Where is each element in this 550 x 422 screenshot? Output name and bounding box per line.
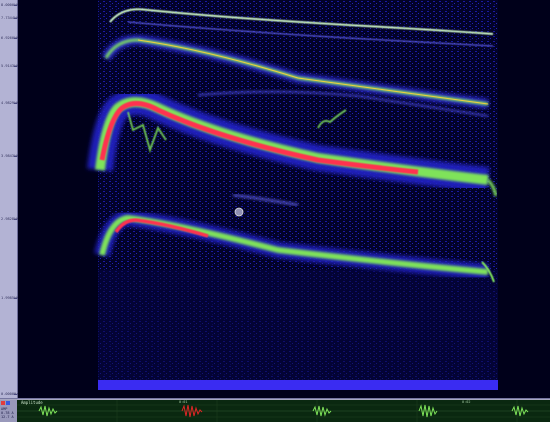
frequency-tick-mark — [14, 219, 17, 220]
legend-swatch-red — [1, 401, 5, 405]
frequency-tick-mark — [14, 5, 17, 6]
time-marker: 0:01 — [179, 400, 188, 404]
frequency-tick-mark — [14, 103, 17, 104]
frequency-tick-mark — [14, 18, 17, 19]
frequency-tick-mark — [14, 394, 17, 395]
time-marker: 0:02 — [462, 400, 471, 404]
frequency-tick-mark — [14, 298, 17, 299]
waveform-title: Amplitude — [21, 400, 43, 405]
frequency-axis: 8.0000kHz 7.7344kHz 6.9260kHz 5.9143kHz 4.98… — [0, 0, 20, 398]
lower-noise-region — [98, 270, 498, 380]
overview-legend: AMP 0.78 A 12.7 A — [0, 400, 17, 422]
baseline-band — [98, 380, 498, 390]
waveform-overview[interactable]: Amplitude 0:01 0:02 — [17, 400, 550, 422]
waveform-burst-1 — [38, 405, 58, 417]
legend-line-3: 12.7 A — [1, 415, 14, 419]
frequency-tick-mark — [14, 38, 17, 39]
waveform-burst-4 — [418, 404, 438, 418]
circle-cursor-icon — [234, 207, 244, 217]
frequency-tick-mark — [14, 66, 17, 67]
legend-swatch-blue — [6, 401, 10, 405]
waveform-burst-3 — [312, 405, 332, 417]
spectrogram-view[interactable] — [18, 0, 550, 398]
spectrogram-canvas — [87, 0, 498, 390]
frequency-tick-mark — [14, 156, 17, 157]
overview-strip: AMP 0.78 A 12.7 A Amplitude 0:01 0:02 — [0, 398, 550, 422]
